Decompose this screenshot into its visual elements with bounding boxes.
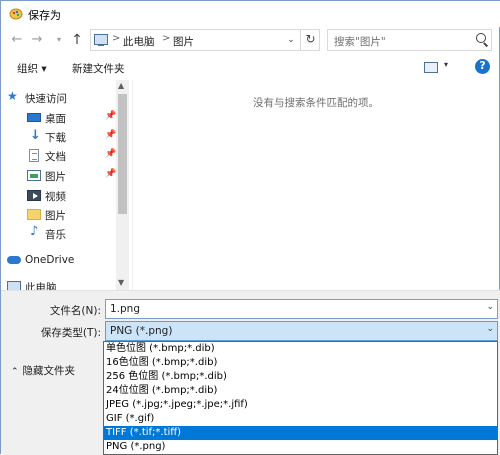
file-list-pane[interactable]: 没有与搜索条件匹配的项。 — [132, 80, 498, 290]
filetype-option[interactable]: 256 色位图 (*.bmp;*.dib) — [104, 370, 497, 384]
filetype-label: 保存类型(T): — [40, 327, 101, 339]
filetype-option[interactable]: 24位位图 (*.bmp;*.dib) — [104, 384, 497, 398]
filename-input[interactable]: 1.png — [110, 303, 140, 315]
nav-item-label: 图片 — [45, 171, 66, 183]
nav-item-label: 此电脑 — [25, 282, 57, 290]
save-as-dialog: 保存为 ← → ▾ ↑ > 此电脑 > 图片 ⌄ ↻ 搜索"图片" 组织 ▾ 新… — [0, 0, 500, 455]
nav-item-quick-access[interactable]: ★ 快速访问 — [1, 88, 115, 107]
address-bar[interactable]: > 此电脑 > 图片 ⌄ — [90, 29, 320, 51]
forward-arrow-icon[interactable]: → — [29, 32, 45, 48]
recent-locations-chevron-icon[interactable]: ▾ — [51, 32, 67, 48]
nav-item-label: 图片 — [45, 210, 66, 222]
pictures-icon — [27, 170, 41, 181]
navigation-pane: ★ 快速访问 桌面 📌 ↓ 下载 📌 文档 📌 图片 📌 视频 图片 ♪ 音乐 … — [1, 80, 129, 290]
scroll-down-icon[interactable]: ▼ — [118, 278, 124, 287]
nav-item-this-pc[interactable]: 此电脑 — [1, 277, 115, 290]
up-arrow-icon[interactable]: ↑ — [69, 32, 85, 48]
nav-item-label: 桌面 — [45, 113, 66, 125]
desktop-icon — [27, 113, 41, 122]
filetype-option[interactable]: 16色位图 (*.bmp;*.dib) — [104, 356, 497, 370]
nav-item-label: 文档 — [45, 151, 66, 163]
new-folder-button[interactable]: 新建文件夹 — [72, 61, 125, 76]
hide-folders-label: 隐藏文件夹 — [22, 365, 76, 377]
nav-item-label: OneDrive — [25, 254, 75, 266]
title-bar: 保存为 — [1, 1, 500, 27]
help-icon[interactable]: ? — [475, 59, 490, 74]
filetype-selected-value: PNG (*.png) — [110, 325, 173, 337]
star-icon: ★ — [7, 89, 18, 103]
paint-app-icon — [9, 8, 23, 20]
refresh-icon[interactable]: ↻ — [300, 29, 320, 51]
search-box[interactable]: 搜索"图片" — [327, 29, 492, 51]
chevron-up-icon: ⌃ — [11, 367, 19, 377]
music-icon: ♪ — [30, 224, 39, 239]
window-title: 保存为 — [28, 9, 61, 22]
scroll-up-icon[interactable]: ▲ — [118, 81, 124, 90]
filename-label: 文件名(N): — [49, 305, 101, 317]
filetype-dropdown-list[interactable]: 单色位图 (*.bmp;*.dib) 16色位图 (*.bmp;*.dib) 2… — [103, 341, 498, 455]
onedrive-cloud-icon — [7, 256, 21, 264]
filetype-select[interactable]: PNG (*.png) ⌄ — [105, 321, 498, 341]
this-pc-icon — [94, 34, 108, 46]
this-pc-icon — [7, 281, 21, 290]
filetype-option-highlighted[interactable]: TIFF (*.tif;*.tiff) — [104, 426, 497, 440]
document-icon — [29, 149, 39, 162]
organize-button[interactable]: 组织 ▾ — [17, 61, 47, 76]
breadcrumb-separator: > — [112, 33, 121, 44]
download-icon: ↓ — [30, 128, 41, 143]
folder-icon — [27, 209, 41, 220]
video-icon — [27, 190, 41, 201]
nav-item-pictures[interactable]: 图片 📌 — [1, 166, 117, 185]
filetype-option[interactable]: GIF (*.gif) — [104, 412, 497, 426]
address-dropdown-icon[interactable]: ⌄ — [283, 30, 299, 50]
nav-item-downloads[interactable]: ↓ 下载 📌 — [1, 127, 117, 146]
breadcrumb-pictures[interactable]: 图片 — [173, 34, 194, 49]
back-arrow-icon[interactable]: ← — [9, 32, 25, 48]
chevron-down-icon[interactable]: ⌄ — [486, 324, 494, 334]
chevron-down-icon[interactable]: ⌄ — [486, 302, 494, 312]
empty-results-message: 没有与搜索条件匹配的项。 — [253, 97, 379, 109]
breadcrumb-this-pc[interactable]: 此电脑 — [123, 34, 155, 49]
view-options-icon[interactable] — [424, 62, 438, 73]
nav-item-documents[interactable]: 文档 📌 — [1, 146, 117, 165]
nav-item-label: 音乐 — [45, 229, 66, 241]
nav-item-label: 快速访问 — [25, 93, 67, 105]
nav-item-music[interactable]: ♪ 音乐 — [1, 224, 115, 243]
nav-item-pictures-folder[interactable]: 图片 — [1, 205, 115, 224]
search-icon — [476, 33, 486, 43]
nav-item-desktop[interactable]: 桌面 📌 — [1, 108, 117, 127]
filetype-option[interactable]: PNG (*.png) — [104, 440, 497, 454]
filename-field[interactable]: 1.png ⌄ — [105, 299, 498, 319]
nav-item-videos[interactable]: 视频 — [1, 186, 115, 205]
breadcrumb-separator: > — [162, 33, 171, 44]
pin-icon: 📌 — [105, 111, 117, 121]
nav-pane-scrollbar[interactable]: ▲ ▼ — [116, 80, 129, 290]
search-input[interactable]: 搜索"图片" — [334, 34, 386, 49]
hide-folders-toggle[interactable]: ⌃ 隐藏文件夹 — [11, 363, 75, 378]
filetype-option[interactable]: JPEG (*.jpg;*.jpeg;*.jpe;*.jfif) — [104, 398, 497, 412]
nav-item-onedrive[interactable]: OneDrive — [1, 251, 115, 270]
nav-item-label: 视频 — [45, 191, 66, 203]
scrollbar-thumb[interactable] — [118, 94, 127, 214]
pin-icon: 📌 — [105, 149, 117, 159]
pin-icon: 📌 — [105, 169, 117, 179]
view-dropdown-icon[interactable]: ▾ — [444, 60, 448, 69]
nav-item-label: 下载 — [45, 132, 66, 144]
pin-icon: 📌 — [105, 130, 117, 140]
filetype-option[interactable]: 单色位图 (*.bmp;*.dib) — [104, 342, 497, 356]
